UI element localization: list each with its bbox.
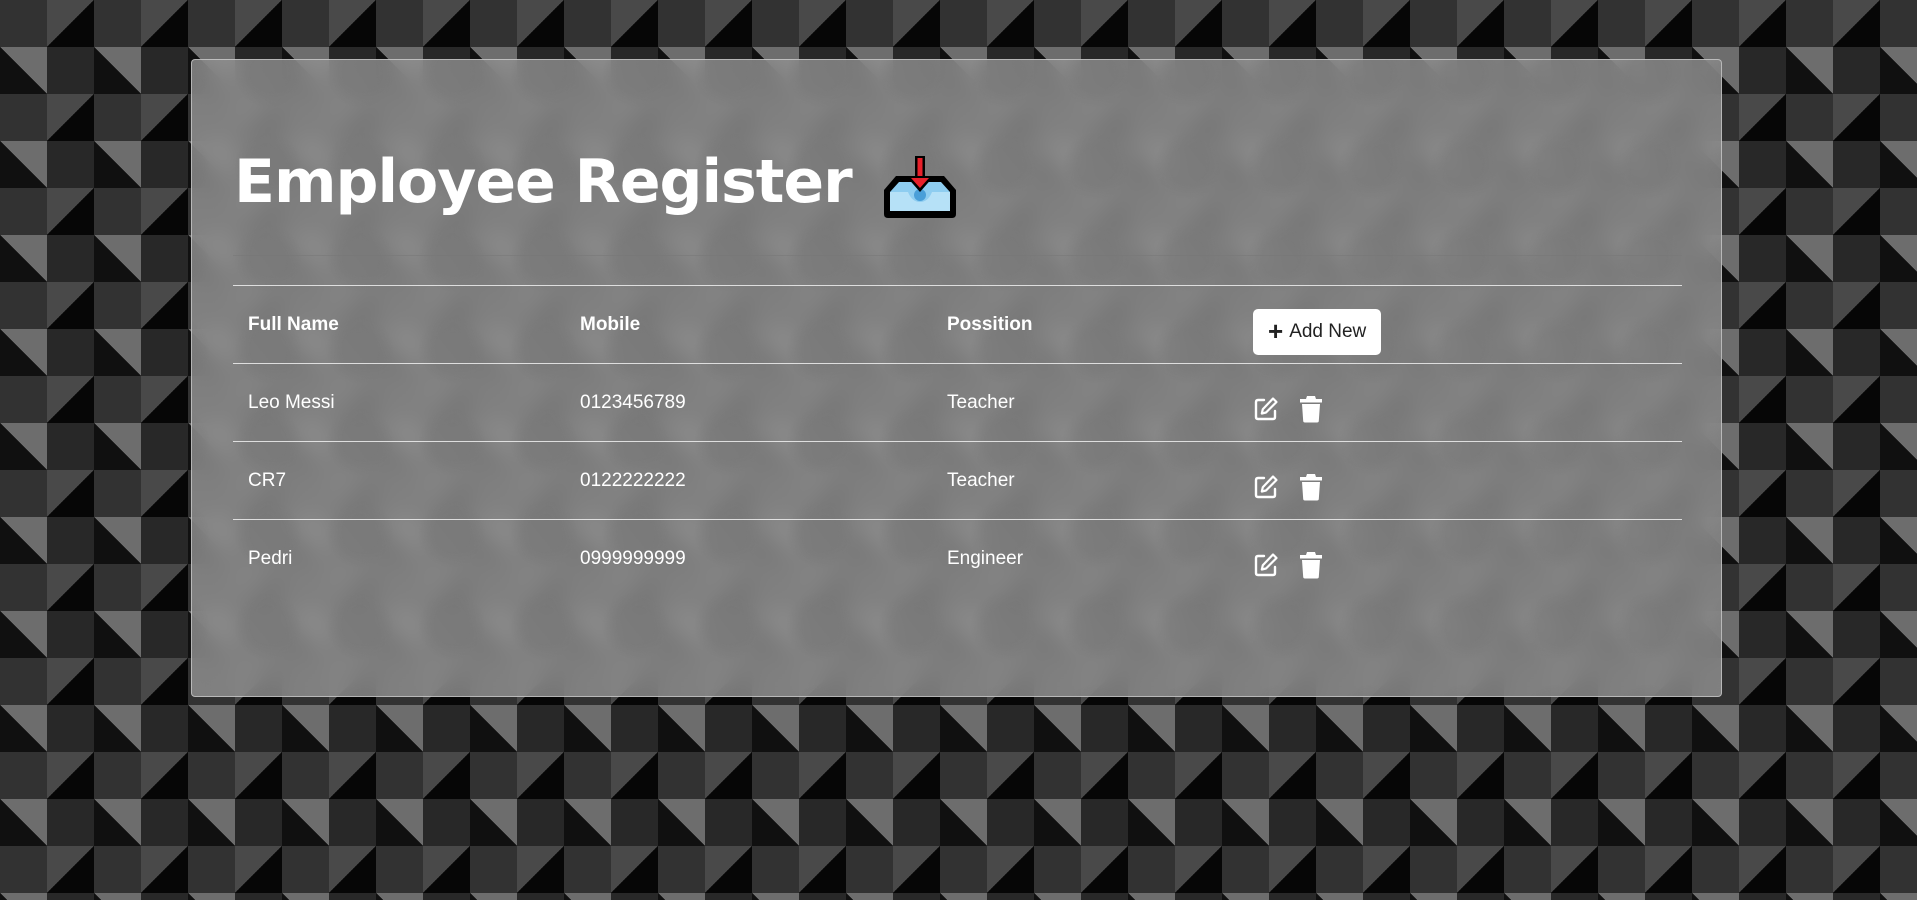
inbox-tray-icon (878, 154, 962, 222)
header-position: Possition (932, 285, 1238, 364)
header-actions: + Add New (1238, 285, 1682, 364)
row-actions (1253, 395, 1667, 423)
page-title: Employee Register (234, 147, 853, 217)
cell-actions (1238, 441, 1682, 520)
cell-full-name: Pedri (233, 519, 565, 597)
table-row: Leo Messi 0123456789 Teacher (233, 363, 1682, 442)
cell-position: Teacher (932, 441, 1238, 520)
row-actions (1253, 473, 1667, 501)
trash-icon[interactable] (1298, 473, 1324, 501)
cell-full-name: Leo Messi (233, 363, 565, 442)
plus-icon: + (1268, 315, 1284, 346)
header-mobile: Mobile (565, 285, 932, 364)
register-card: Employee Register Full Name Mobile Possi… (191, 59, 1722, 697)
cell-position: Engineer (932, 519, 1238, 597)
title-row: Employee Register (234, 147, 962, 218)
edit-icon[interactable] (1253, 551, 1279, 579)
cell-mobile: 0122222222 (565, 441, 932, 520)
edit-icon[interactable] (1253, 473, 1279, 501)
cell-mobile: 0123456789 (565, 363, 932, 442)
cell-actions (1238, 519, 1682, 597)
cell-full-name: CR7 (233, 441, 565, 520)
table-row: CR7 0122222222 Teacher (233, 441, 1682, 520)
cell-position: Teacher (932, 363, 1238, 442)
row-actions (1253, 551, 1667, 579)
edit-icon[interactable] (1253, 395, 1279, 423)
add-new-button[interactable]: + Add New (1253, 308, 1382, 355)
add-new-label: Add New (1289, 320, 1367, 342)
header-full-name: Full Name (233, 285, 565, 364)
table-row: Pedri 0999999999 Engineer (233, 519, 1682, 597)
trash-icon[interactable] (1298, 395, 1324, 423)
trash-icon[interactable] (1298, 551, 1324, 579)
cell-mobile: 0999999999 (565, 519, 932, 597)
employee-table: Full Name Mobile Possition + Add New Leo… (233, 285, 1682, 597)
table-header-row: Full Name Mobile Possition + Add New (233, 285, 1682, 364)
cell-actions (1238, 363, 1682, 442)
title-divider (233, 255, 1682, 256)
